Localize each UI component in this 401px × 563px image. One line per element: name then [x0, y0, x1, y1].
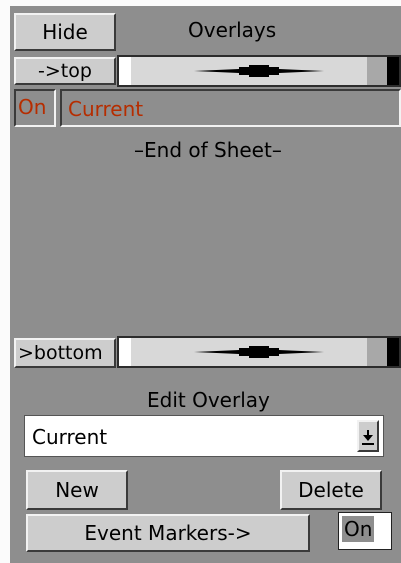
end-of-sheet-label: –End of Sheet– [134, 138, 282, 162]
down-arrow-icon [362, 430, 374, 445]
slider-grip-icon[interactable] [194, 344, 324, 360]
panel-title: Overlays [188, 18, 277, 42]
overlay-select[interactable]: Current [24, 415, 384, 457]
overlay-state-label: On [18, 95, 47, 119]
slider-grip-icon[interactable] [194, 63, 324, 79]
delete-overlay-button[interactable]: Delete [280, 470, 382, 510]
hide-button[interactable]: Hide [14, 13, 116, 51]
scroll-end-cap [387, 338, 399, 366]
edit-overlay-heading: Edit Overlay [147, 388, 270, 412]
new-overlay-button[interactable]: New [26, 470, 128, 510]
overlay-state-cell[interactable]: On [14, 89, 56, 127]
event-markers-state: On [342, 516, 375, 542]
move-to-bottom-button[interactable]: >bottom [14, 338, 116, 368]
overlay-name-cell[interactable]: Current [60, 89, 401, 127]
scroll-left-track [119, 338, 131, 366]
scroll-right-track [367, 57, 387, 85]
overlay-scrollbar-top[interactable] [117, 55, 401, 87]
event-markers-button[interactable]: Event Markers-> [26, 514, 310, 552]
window-left-strip [0, 0, 10, 563]
overlay-select-value: Current [32, 425, 108, 449]
overlay-name-label: Current [68, 97, 144, 121]
dropdown-button[interactable] [357, 420, 379, 452]
scroll-end-cap [387, 57, 399, 85]
move-to-top-button[interactable]: ->top [14, 57, 116, 85]
scroll-left-track [119, 57, 131, 85]
event-markers-toggle[interactable]: On [338, 512, 392, 550]
overlay-scrollbar-bottom[interactable] [117, 336, 401, 368]
scroll-right-track [367, 338, 387, 366]
